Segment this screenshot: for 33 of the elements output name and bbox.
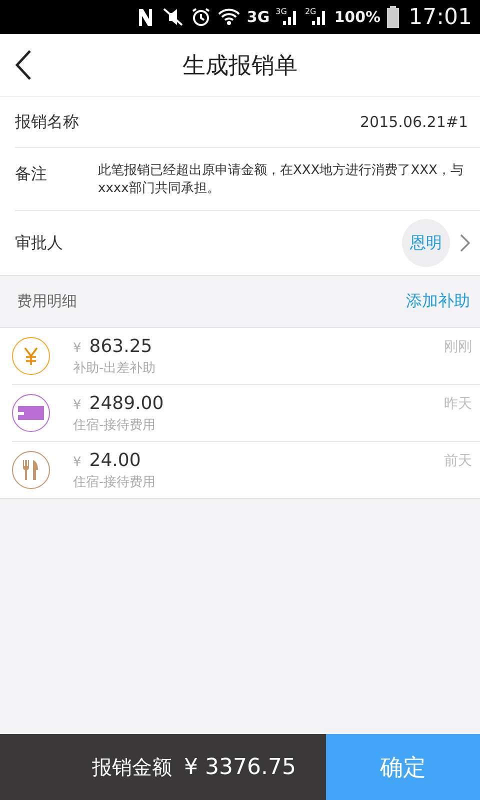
alarm-icon [190,7,211,27]
note-text: 此笔报销已经超出原申请金额，在XXX地方进行消费了XXX，与xxxx部门共同承担。 [98,162,464,198]
expense-amount: 24.00 [89,450,141,472]
currency-sign: ¥ [73,340,82,358]
page-title: 生成报销单 [182,52,298,80]
expense-amount: 863.25 [89,336,152,358]
expense-item[interactable]: ¥ 2489.00 住宿-接待费用 昨天 [12,385,480,442]
currency-sign: ¥ [73,454,82,472]
clock: 17:01 [408,4,472,30]
expense-time: 前天 [444,452,473,470]
expense-item[interactable]: ¥ 863.25 补助-出差补助 刚刚 [12,328,480,385]
currency-sign: ¥ [73,396,82,414]
field-value: 2015.06.21#1 [360,113,469,131]
expense-category: 住宿-接待费用 [73,416,157,434]
expense-category: 补助-出差补助 [73,360,157,376]
field-label: 报销名称 [15,112,80,132]
field-label: 备注 [15,163,48,185]
expense-category: 住宿-接待费用 [73,474,157,490]
expense-time: 刚刚 [444,338,473,356]
battery-level: 100% [334,8,381,26]
field-label: 审批人 [15,232,64,254]
total-label: 报销金额 [92,754,172,780]
section-title: 费用明细 [17,292,77,311]
expense-item[interactable]: ¥ 24.00 住宿-接待费用 前天 [12,442,480,498]
chevron-icon[interactable] [460,234,470,252]
battery-icon [386,6,399,28]
total-amount: ¥ 3376.75 [184,754,296,780]
back-icon[interactable] [14,49,34,81]
network-type: 3G [246,8,270,26]
expense-amount: 2489.00 [89,392,164,414]
mute-icon [160,7,185,27]
wifi-icon [216,6,241,28]
expense-time: 昨天 [444,395,473,413]
